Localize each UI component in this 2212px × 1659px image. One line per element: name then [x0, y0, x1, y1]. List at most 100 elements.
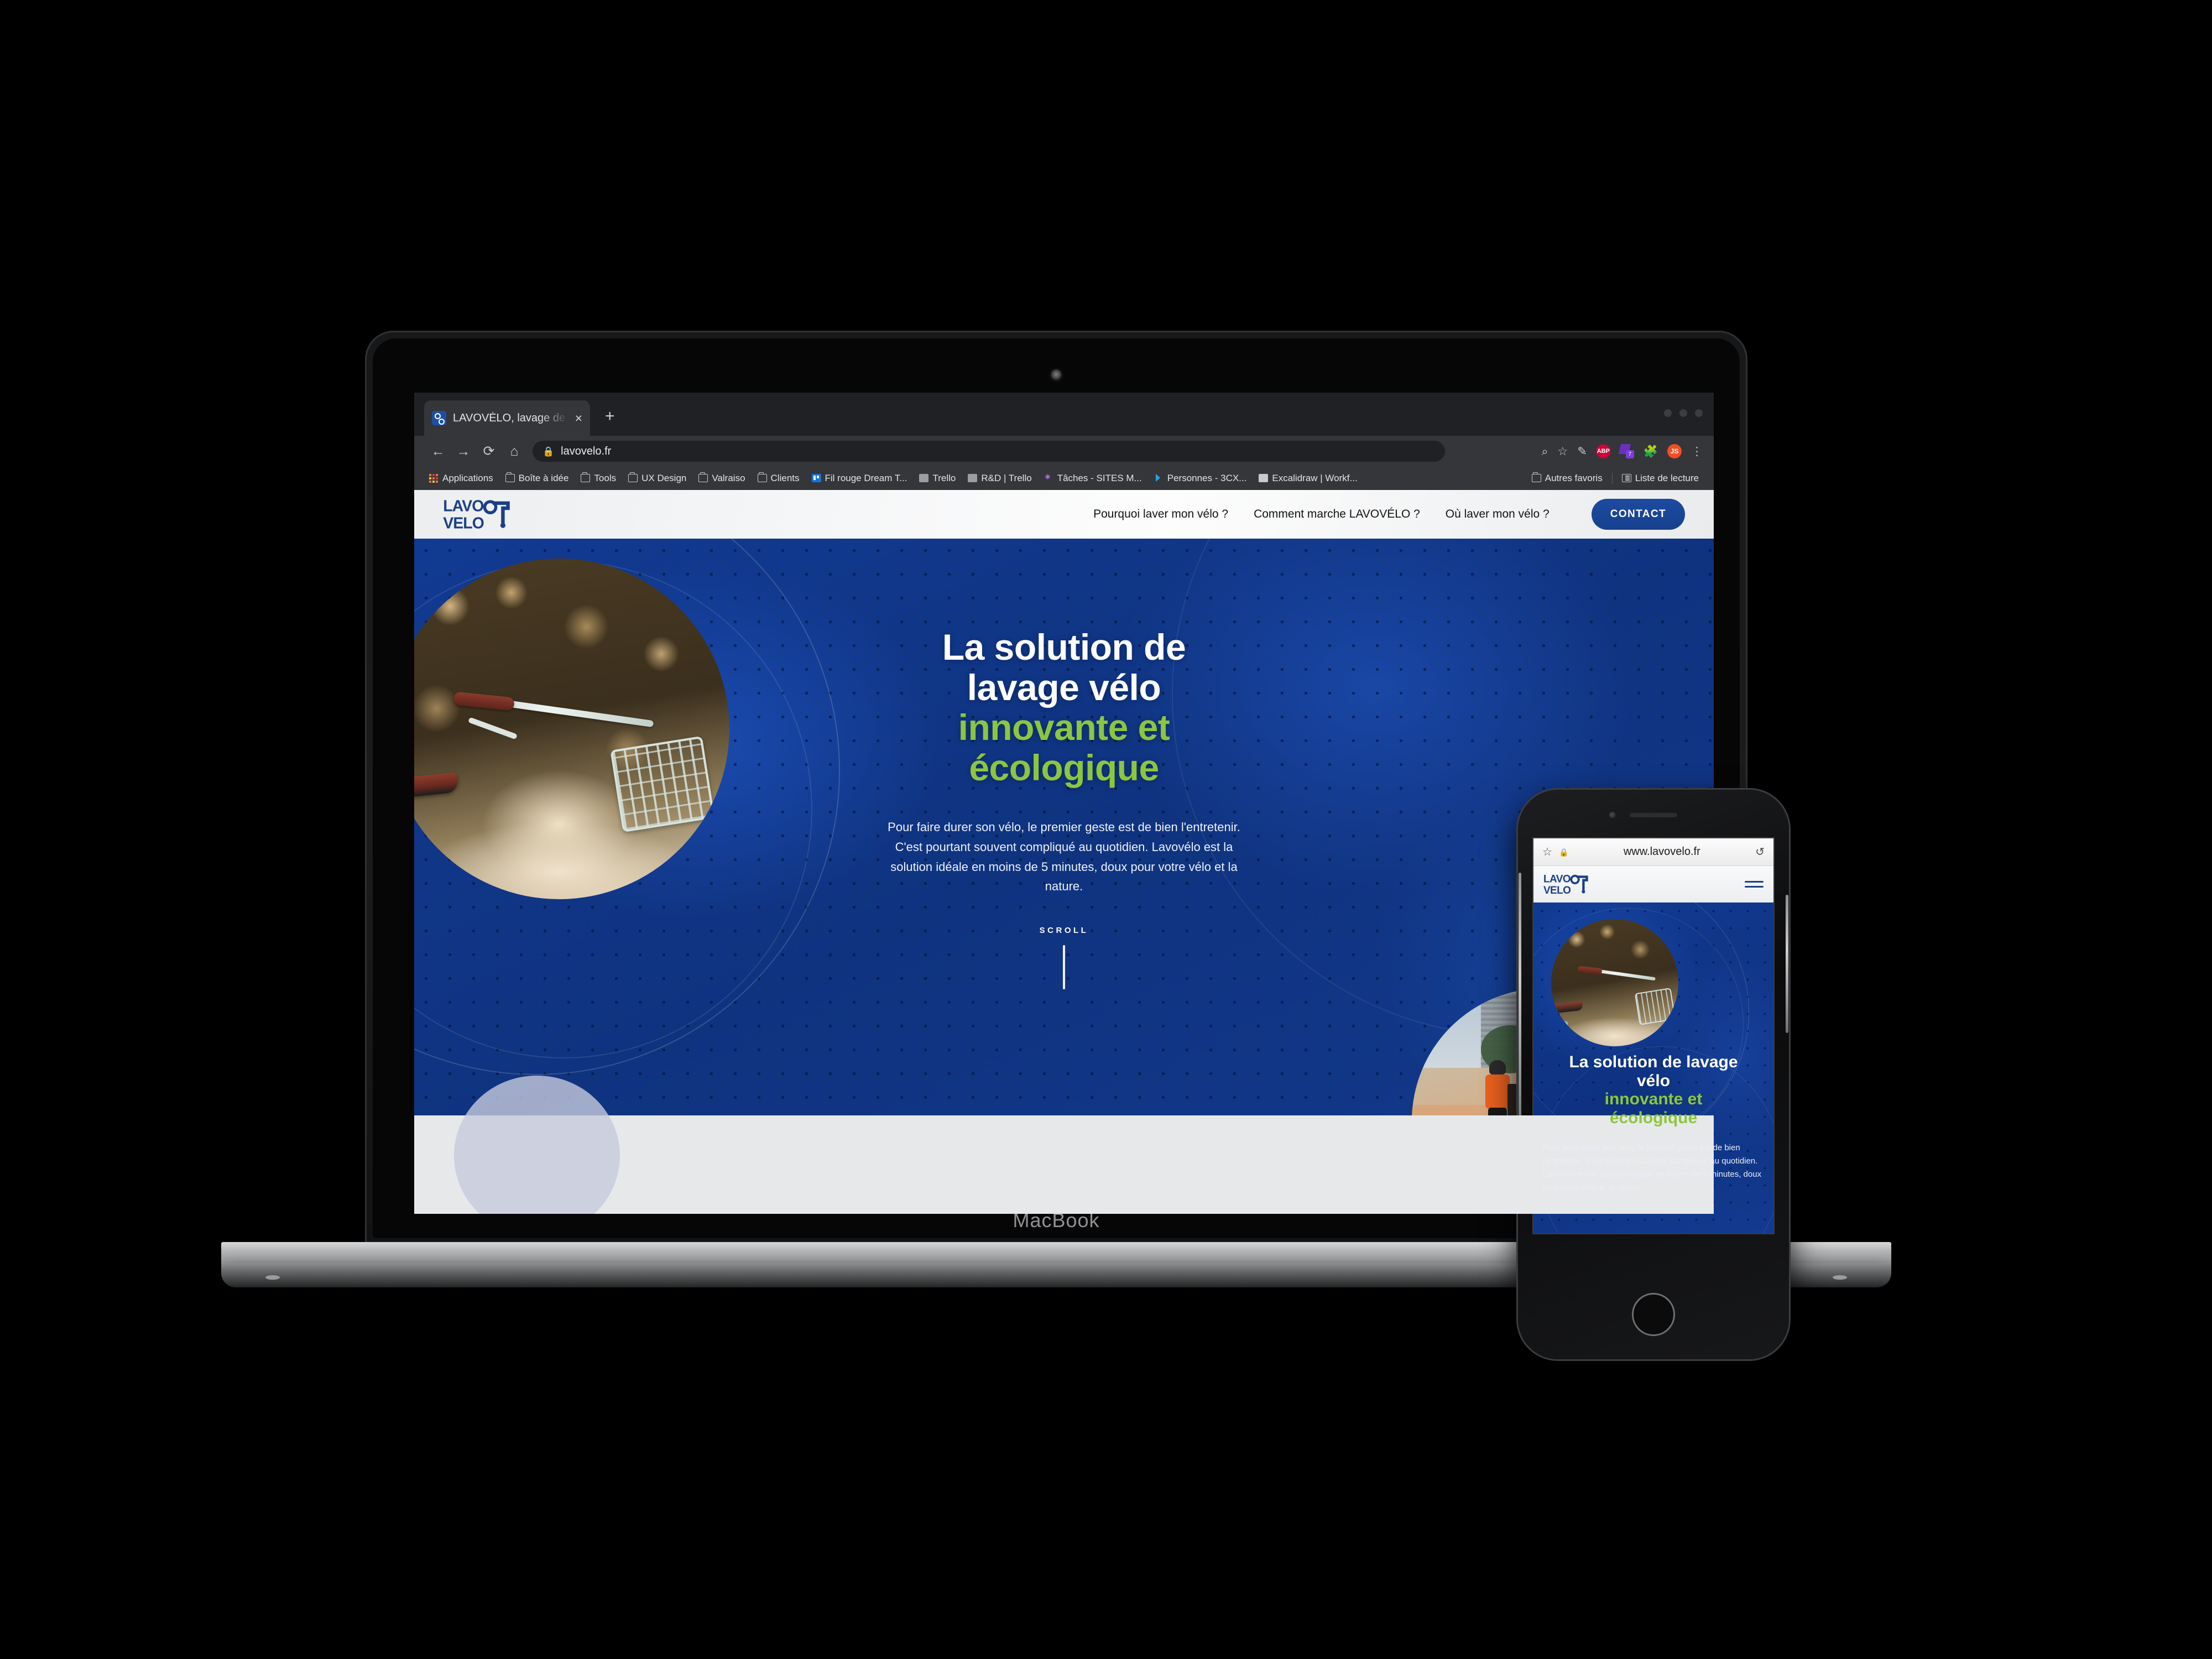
trello-icon	[811, 474, 821, 482]
hero-heading-green1: innovante et	[958, 707, 1170, 748]
hero-heading: La solution de lavage vélo innovante et …	[414, 627, 1714, 787]
url-text: lavovelo.fr	[561, 445, 612, 457]
light-section-below-hero	[414, 1076, 1714, 1214]
bookmark-label: Applications	[442, 472, 493, 483]
phone-hero-heading-line1: La solution de lavage	[1569, 1053, 1738, 1071]
excalidraw-icon	[1259, 474, 1269, 482]
trello-grey-icon	[919, 474, 929, 482]
bookmark-excalidraw-workf[interactable]: Excalidraw | Workf...	[1253, 473, 1363, 484]
back-icon[interactable]: ←	[425, 444, 451, 458]
browser-tab[interactable]: LAVOVÉLO, lavage de vélos inn ×	[424, 400, 590, 436]
reload-icon[interactable]: ⟳	[476, 444, 502, 458]
bookmark-personnes-3cx[interactable]: Personnes - 3CX...	[1148, 473, 1253, 484]
bookmark-liste-de-lecture[interactable]: Liste de lecture	[1616, 473, 1705, 484]
bookmark-label: R&D | Trello	[981, 472, 1032, 483]
nav-link-comment[interactable]: Comment marche LAVOVÉLO ?	[1254, 508, 1420, 521]
reload-icon[interactable]: ↺	[1755, 847, 1765, 858]
window-controls[interactable]	[1664, 409, 1703, 417]
bookmark-applications[interactable]: Applications	[423, 473, 499, 484]
bookmark-boite-a-idee[interactable]: Boîte à idée	[499, 472, 575, 484]
contact-button[interactable]: CONTACT	[1591, 499, 1685, 530]
chevron-right-icon	[1154, 474, 1164, 482]
purple-star-icon	[1044, 472, 1053, 483]
extensions-puzzle-icon[interactable]: 🧩	[1644, 446, 1658, 457]
window-maximize-icon[interactable]	[1679, 409, 1687, 417]
pen-annotate-icon[interactable]: ✎	[1577, 446, 1587, 457]
purple-extension-icon[interactable]: 7	[1618, 444, 1634, 458]
bookmark-label: Trello	[932, 472, 956, 483]
bookmark-valraiso[interactable]: Valraiso	[692, 472, 751, 484]
hero-copy: La solution de lavage vélo innovante et …	[414, 627, 1714, 896]
nav-link-pourquoi[interactable]: Pourquoi laver mon vélo ?	[1093, 508, 1228, 521]
webcam-icon	[1051, 369, 1062, 380]
adblock-plus-icon[interactable]: ABP	[1596, 444, 1610, 458]
folder-icon	[757, 472, 767, 482]
close-icon[interactable]: ×	[575, 411, 582, 425]
apps-grid-icon	[429, 474, 439, 483]
phone-screen: ☆ 🔒 www.lavovelo.fr ↺ LAVO VELO La solut…	[1532, 837, 1775, 1234]
folder-icon	[628, 472, 638, 482]
new-tab-button[interactable]: +	[605, 408, 615, 425]
phone-hero-paragraph: Pour faire durer son vélo, le premier ge…	[1542, 1143, 1762, 1193]
folder-icon	[698, 472, 708, 482]
phone-home-button[interactable]	[1632, 1293, 1675, 1336]
phone-power-button[interactable]	[1786, 895, 1788, 1033]
bookmark-label: Tâches - SITES M...	[1057, 472, 1142, 483]
bookmark-label: UX Design	[641, 472, 687, 483]
toolbar-icons: ⌕ ☆ ✎ ABP 7 🧩 JS ⋮	[1542, 444, 1703, 458]
hero-heading-line1: La solution de	[942, 627, 1186, 667]
forward-icon[interactable]: →	[451, 444, 476, 458]
bookmark-label: Boîte à idée	[518, 472, 569, 483]
saddle-shape	[1551, 1001, 1584, 1014]
window-close-icon[interactable]	[1695, 409, 1703, 417]
hamburger-menu-icon[interactable]	[1745, 878, 1764, 891]
bookmark-autres-favoris[interactable]: Autres favoris	[1526, 472, 1609, 484]
window-minimize-icon[interactable]	[1664, 409, 1672, 417]
svg-text:VELO: VELO	[443, 515, 484, 533]
home-icon[interactable]: ⌂	[502, 444, 527, 458]
bookmark-ux-design[interactable]: UX Design	[622, 472, 692, 484]
nav-link-ou[interactable]: Où laver mon vélo ?	[1446, 508, 1550, 521]
scroll-line-decoration	[1063, 945, 1065, 989]
bookmark-label: Clients	[770, 472, 800, 483]
zoom-out-icon[interactable]: ⌕	[1542, 446, 1548, 457]
hero-heading-line2: lavage vélo	[967, 666, 1161, 708]
bookmark-star-icon[interactable]: ☆	[1557, 446, 1568, 457]
bookmark-rd-trello[interactable]: R&D | Trello	[962, 473, 1037, 484]
lock-icon: 🔒	[542, 446, 555, 457]
phone-volume-buttons[interactable]	[1519, 873, 1521, 1133]
folder-icon	[505, 472, 515, 482]
decorative-blob	[454, 1076, 620, 1214]
bookmark-label: Excalidraw | Workf...	[1272, 472, 1358, 483]
tab-title: LAVOVÉLO, lavage de vélos inn	[453, 411, 568, 424]
scroll-label: SCROLL	[1039, 926, 1089, 935]
hero-paragraph: Pour faire durer son vélo, le premier ge…	[888, 820, 1240, 894]
address-bar[interactable]: 🔒 lavovelo.fr	[533, 441, 1445, 462]
divider	[1611, 472, 1613, 484]
browser-tabstrip: LAVOVÉLO, lavage de vélos inn × +	[414, 393, 1714, 436]
basket-shape	[1634, 987, 1676, 1025]
bookmark-label: Autres favoris	[1545, 472, 1603, 483]
bookmark-label: Liste de lecture	[1635, 472, 1699, 483]
folder-icon	[581, 472, 591, 482]
browser-toolbar: ← → ⟳ ⌂ 🔒 lavovelo.fr ⌕ ☆ ✎ ABP 7 🧩 JS ⋮	[414, 436, 1714, 467]
chrome-menu-icon[interactable]: ⋮	[1691, 446, 1703, 457]
bookmarks-bar: Applications Boîte à idée Tools UX Desig…	[414, 467, 1714, 490]
js-extension-icon[interactable]: JS	[1667, 444, 1682, 458]
bookmark-trello[interactable]: Trello	[913, 473, 962, 484]
site-nav-links: Pourquoi laver mon vélo ? Comment marche…	[1093, 499, 1685, 530]
lavovelo-logo[interactable]: LAVO VELO	[443, 496, 519, 533]
laptop-foot	[1833, 1275, 1847, 1280]
tab-favicon-icon	[432, 411, 446, 425]
bookmark-clients[interactable]: Clients	[752, 472, 806, 484]
trello-grey-icon	[968, 474, 978, 482]
bookmark-label: Fil rouge Dream T...	[825, 472, 907, 483]
folder-icon	[1531, 472, 1541, 482]
bookmark-tools[interactable]: Tools	[575, 472, 622, 484]
phone-hero-copy: La solution de lavage vélo innovante et …	[1533, 1053, 1773, 1194]
scroll-indicator[interactable]: SCROLL	[414, 926, 1714, 989]
bookmark-label: Personnes - 3CX...	[1167, 472, 1247, 483]
bookmark-taches-sites-m[interactable]: Tâches - SITES M...	[1038, 472, 1148, 484]
bookmark-fil-rouge-dream-t[interactable]: Fil rouge Dream T...	[806, 473, 914, 484]
svg-text:LAVO: LAVO	[443, 498, 483, 515]
